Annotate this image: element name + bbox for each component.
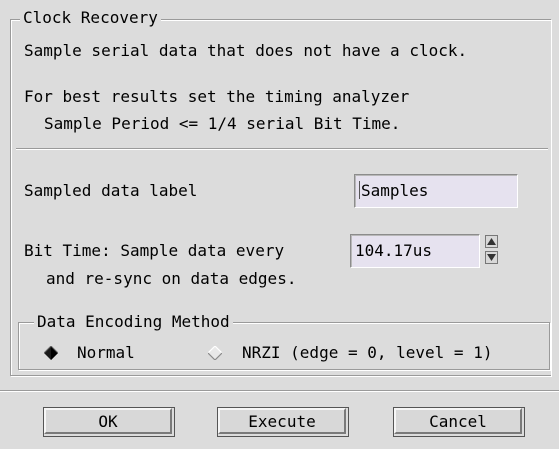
ok-button[interactable]: OK [44, 408, 172, 434]
bit-time-value: 104.17us [355, 241, 433, 260]
section-divider [16, 148, 548, 150]
button-bar-divider [0, 390, 559, 392]
encoding-option-nrzi[interactable]: NRZI (edge = 0, level = 1) [242, 343, 492, 363]
radio-unselected-icon[interactable] [208, 346, 222, 360]
hint-line-1: For best results set the timing analyzer [24, 87, 410, 106]
bit-time-resync-label: and re-sync on data edges. [46, 269, 297, 288]
text-caret [359, 181, 360, 199]
sampled-data-label-input[interactable]: Samples [354, 174, 518, 208]
bit-time-increment-button[interactable] [485, 235, 498, 248]
hint-line-2: Sample Period <= 1/4 serial Bit Time. [44, 114, 401, 133]
bit-time-input[interactable]: 104.17us [350, 234, 480, 268]
bit-time-label: Bit Time: Sample data every [24, 241, 285, 260]
sampled-data-label: Sampled data label [24, 181, 198, 200]
arrow-up-icon [487, 238, 496, 245]
bit-time-decrement-button[interactable] [485, 251, 498, 264]
execute-button[interactable]: Execute [218, 408, 346, 434]
encoding-title: Data Encoding Method [34, 313, 233, 331]
arrow-down-icon [487, 254, 496, 261]
sampled-data-label-value: Samples [361, 181, 429, 200]
description-text: Sample serial data that does not have a … [24, 41, 468, 60]
radio-selected-icon[interactable] [44, 346, 58, 360]
encoding-option-normal[interactable]: Normal [77, 343, 135, 363]
clock-recovery-title: Clock Recovery [20, 9, 161, 27]
cancel-button[interactable]: Cancel [394, 408, 522, 434]
